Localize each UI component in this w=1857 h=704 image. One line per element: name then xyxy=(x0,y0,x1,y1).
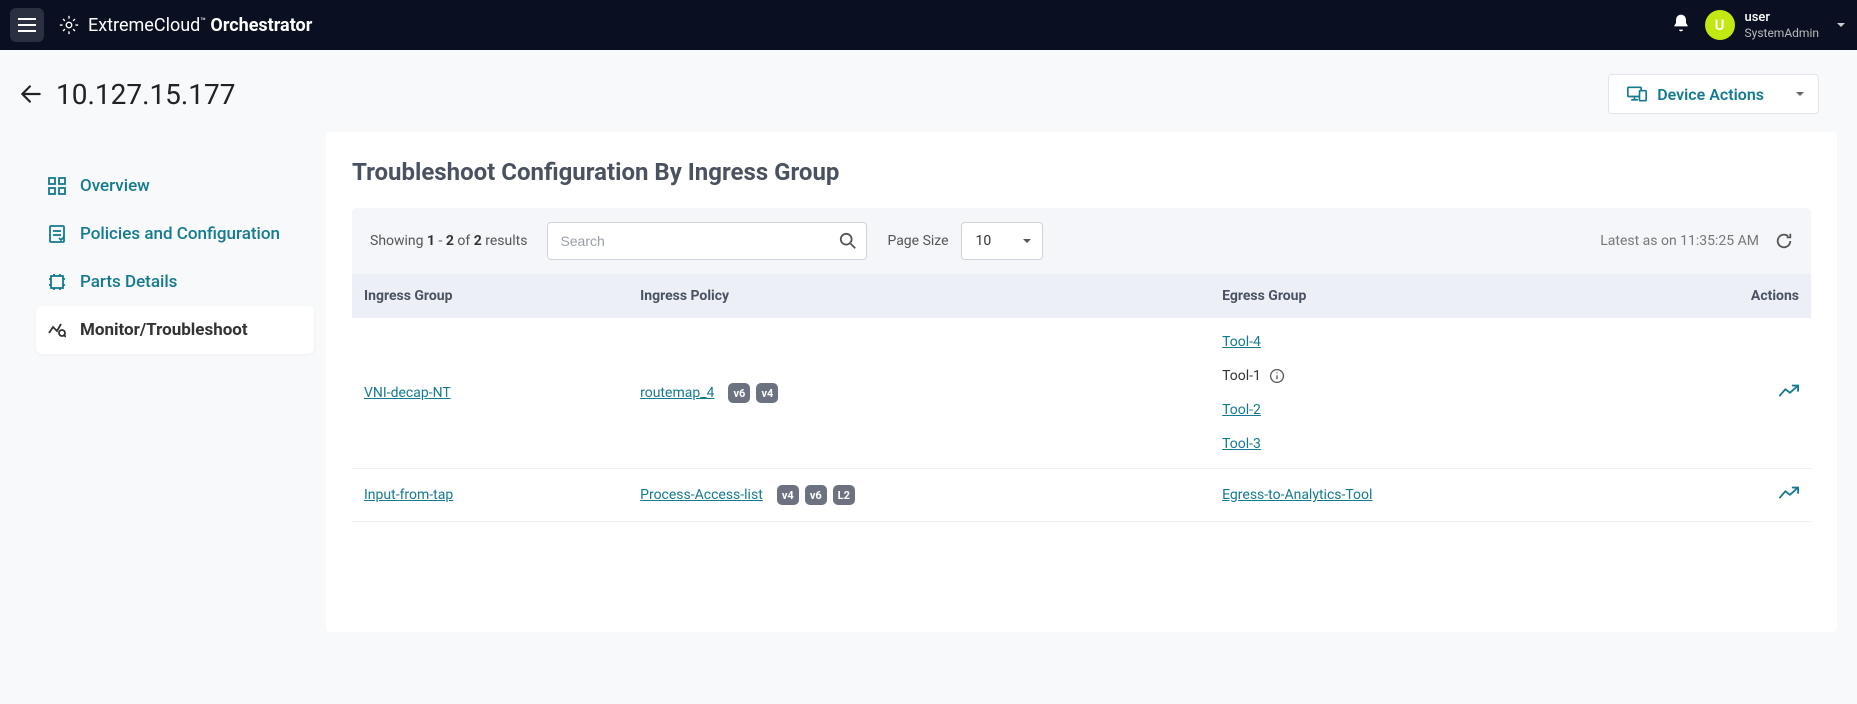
search-icon xyxy=(839,232,857,250)
col-egress-group: Egress Group xyxy=(1210,274,1635,318)
page-title: 10.127.15.177 xyxy=(56,78,1596,111)
policy-badge: L2 xyxy=(833,485,855,505)
ingress-group-link[interactable]: Input-from-tap xyxy=(364,487,453,503)
devices-icon xyxy=(1627,86,1647,102)
ingress-policy-link[interactable]: routemap_4 xyxy=(640,385,714,401)
chevron-down-icon[interactable] xyxy=(1835,19,1847,31)
col-actions: Actions xyxy=(1635,274,1811,318)
table-toolbar: Showing 1 - 2 of 2 results Page Size 10 … xyxy=(352,208,1811,274)
policy-badge: v4 xyxy=(756,383,778,403)
col-ingress-policy: Ingress Policy xyxy=(628,274,1210,318)
ingress-group-link[interactable]: VNI-decap-NT xyxy=(364,385,451,401)
refresh-button[interactable] xyxy=(1775,232,1793,250)
parts-icon xyxy=(48,273,66,291)
device-actions-label: Device Actions xyxy=(1657,85,1764,104)
user-menu[interactable]: user SystemAdmin xyxy=(1745,10,1819,40)
egress-group-link[interactable]: Tool-4 xyxy=(1222,334,1261,350)
info-icon[interactable] xyxy=(1269,368,1285,384)
sidebar-item-label: Monitor/Troubleshoot xyxy=(80,320,248,340)
sidebar: Overview Policies and Configuration Part… xyxy=(0,132,326,354)
page-size-select[interactable]: 10 xyxy=(961,222,1043,260)
overview-icon xyxy=(48,177,66,195)
brand-part2: Orchestrator xyxy=(210,15,312,36)
brand-tm: ™ xyxy=(200,17,206,27)
sidebar-item-label: Policies and Configuration xyxy=(80,224,280,244)
sidebar-item-policies[interactable]: Policies and Configuration xyxy=(36,210,314,258)
brand-text: ExtremeCloud™ Orchestrator xyxy=(88,15,312,36)
avatar[interactable]: U xyxy=(1705,10,1735,40)
menu-button[interactable] xyxy=(10,8,44,42)
results-count: Showing 1 - 2 of 2 results xyxy=(370,233,527,249)
trend-action-button[interactable] xyxy=(1779,486,1799,500)
egress-group-link[interactable]: Tool-2 xyxy=(1222,402,1261,418)
policies-icon xyxy=(48,225,66,243)
sidebar-item-monitor[interactable]: Monitor/Troubleshoot xyxy=(36,306,314,354)
latest-timestamp: Latest as on 11:35:25 AM xyxy=(1600,233,1759,249)
policy-badge: v6 xyxy=(728,383,750,403)
egress-group-link: Tool-1 xyxy=(1222,368,1261,384)
policy-badge: v4 xyxy=(777,485,799,505)
sidebar-item-parts[interactable]: Parts Details xyxy=(36,258,314,306)
content-title: Troubleshoot Configuration By Ingress Gr… xyxy=(326,158,1837,208)
ingress-policy-link[interactable]: Process-Access-list xyxy=(640,487,763,503)
user-name: user xyxy=(1745,10,1819,26)
notifications-button[interactable] xyxy=(1671,13,1691,37)
top-navbar: ExtremeCloud™ Orchestrator U user System… xyxy=(0,0,1857,50)
back-button[interactable] xyxy=(18,81,44,107)
egress-group-link[interactable]: Tool-3 xyxy=(1222,436,1261,452)
brand-part1: ExtremeCloud xyxy=(88,15,200,36)
brand: ExtremeCloud™ Orchestrator xyxy=(58,14,312,36)
user-role: SystemAdmin xyxy=(1745,26,1819,40)
search-input[interactable] xyxy=(547,222,867,260)
device-actions-dropdown[interactable]: Device Actions xyxy=(1608,74,1819,114)
config-table: Ingress Group Ingress Policy Egress Grou… xyxy=(352,274,1811,522)
monitor-icon xyxy=(48,321,66,339)
hamburger-icon xyxy=(18,18,36,32)
page-size-value: 10 xyxy=(976,233,992,249)
sidebar-item-label: Parts Details xyxy=(80,272,177,292)
page-header: 10.127.15.177 Device Actions xyxy=(0,50,1857,132)
brand-logo-icon xyxy=(58,14,80,36)
table-row: Input-from-tap Process-Access-list v4 v6 L2 E… xyxy=(352,469,1811,522)
main-panel: Troubleshoot Configuration By Ingress Gr… xyxy=(326,132,1837,632)
col-ingress-group: Ingress Group xyxy=(352,274,628,318)
policy-badge: v6 xyxy=(805,485,827,505)
sidebar-item-label: Overview xyxy=(80,176,150,196)
egress-group-link[interactable]: Egress-to-Analytics-Tool xyxy=(1222,487,1372,503)
bell-icon xyxy=(1671,13,1691,33)
trend-action-button[interactable] xyxy=(1779,384,1799,398)
caret-down-icon xyxy=(1795,89,1805,99)
table-row: VNI-decap-NT routemap_4 v6 v4 Tool-4 Tool-1 To… xyxy=(352,318,1811,469)
sidebar-item-overview[interactable]: Overview xyxy=(36,162,314,210)
page-size-label: Page Size xyxy=(887,233,948,249)
caret-down-icon xyxy=(1022,236,1032,246)
